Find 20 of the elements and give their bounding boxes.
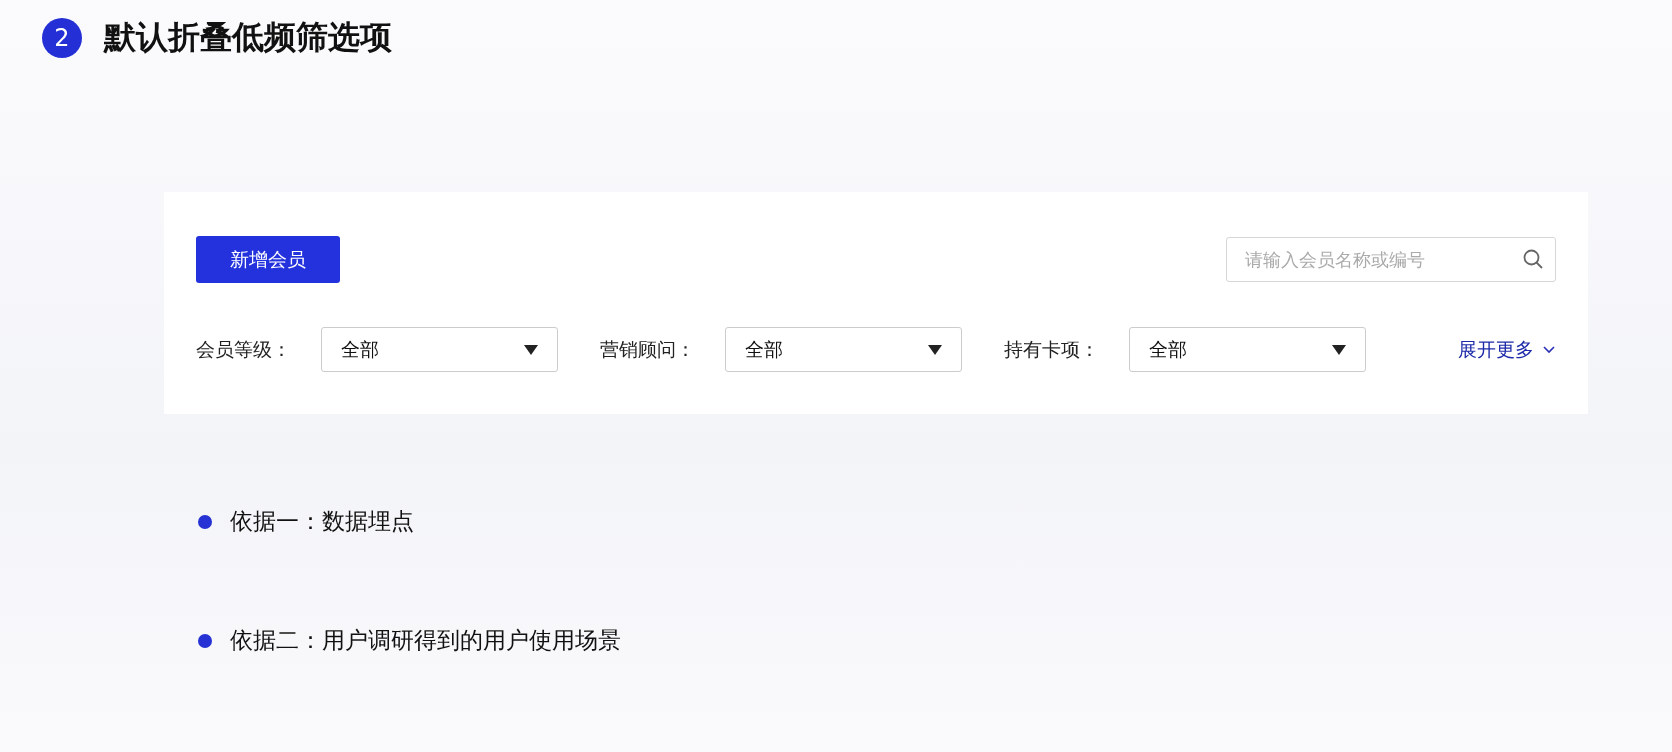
dropdown-select[interactable]: 全部 [1129,327,1366,372]
dropdown-caret-icon [927,343,943,356]
bullet-dot [198,633,212,648]
filter-label: 会员等级： [196,336,292,362]
bullet-text: 依据二：用户调研得到的用户使用场景 [230,626,621,655]
dropdown-select[interactable]: 全部 [725,327,962,372]
add-member-button[interactable]: 新增会员 [196,236,340,283]
dropdown-caret-icon [523,343,539,356]
search-field[interactable]: 请输入会员名称或编号 [1226,237,1556,282]
bullet-text: 依据一：数据埋点 [230,507,414,536]
filter-label: 持有卡项： [1004,336,1100,362]
expand-more-link[interactable]: 展开更多 [1458,336,1556,363]
filter-label: 营销顾问： [600,336,696,362]
search-icon [1522,248,1544,270]
chevron-down-icon [1542,344,1556,355]
dropdown-select[interactable]: 全部 [321,327,558,372]
bullet-dot [198,514,212,529]
slide-title: 默认折叠低频筛选项 [104,17,392,58]
step-number-badge: 2 [42,18,82,58]
dropdown-caret-icon [1331,343,1347,356]
